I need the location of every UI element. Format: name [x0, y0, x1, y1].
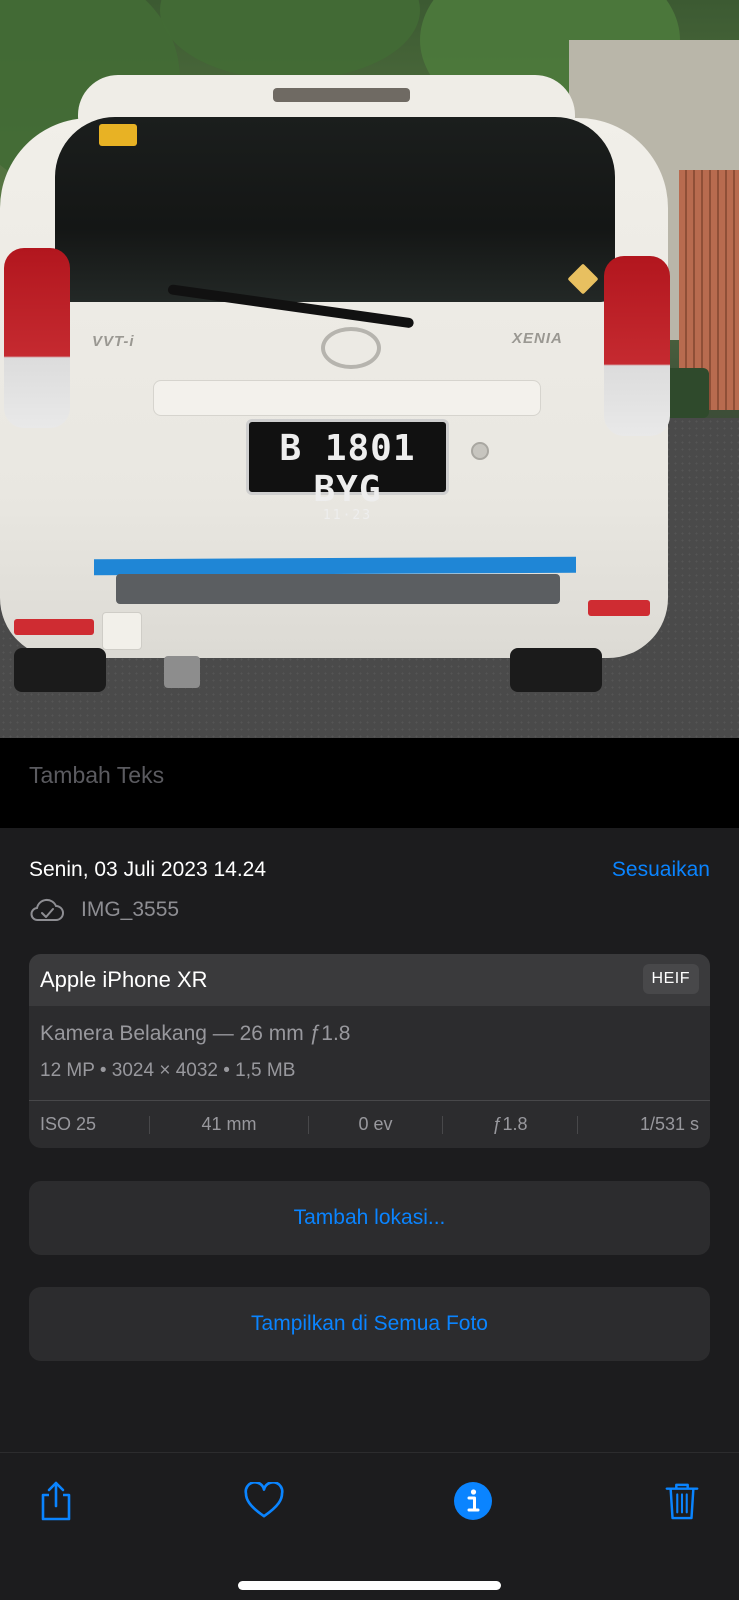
car-reflector-left [14, 619, 94, 635]
car-sticker [99, 124, 137, 146]
exif-iso: ISO 25 [40, 1114, 97, 1134]
car-logo [321, 327, 381, 369]
home-indicator[interactable] [238, 1581, 501, 1590]
exif-focal-length: 41 mm [201, 1114, 257, 1134]
tree-foliage [160, 0, 420, 80]
car-exhaust [164, 656, 200, 688]
caption-field[interactable]: Tambah Teks [0, 738, 739, 828]
cloud-check-icon [30, 898, 64, 921]
car-tow-cover [102, 612, 142, 650]
car-tire-right [510, 648, 602, 692]
device-name: Apple iPhone XR [40, 967, 208, 992]
format-badge: HEIF [642, 964, 699, 994]
info-panel: Senin, 03 Juli 2023 14.24 Sesuaikan IMG_… [0, 828, 739, 1452]
info-icon [454, 1482, 492, 1520]
trash-icon [665, 1483, 699, 1520]
blue-tape [94, 556, 576, 576]
caption-placeholder: Tambah Teks [29, 762, 165, 788]
car-rear-window [55, 117, 615, 302]
car-tail-light-right [604, 256, 670, 436]
car-tail-light-left [4, 248, 70, 428]
favorite-button[interactable] [240, 1477, 288, 1525]
heart-icon [244, 1482, 284, 1518]
exif-exposure-bias: 0 ev [358, 1114, 393, 1134]
lens-info: Kamera Belakang — 26 mm ƒ1.8 [40, 1022, 351, 1045]
delete-button[interactable] [658, 1477, 706, 1525]
car-reflector-right [588, 600, 650, 616]
bottom-toolbar [0, 1452, 739, 1600]
car-keyhole [471, 442, 489, 460]
share-icon [41, 1481, 71, 1521]
car-bumper [116, 574, 560, 604]
car-brake-light [273, 88, 410, 102]
exif-aperture: ƒ1.8 [492, 1114, 528, 1134]
info-button[interactable] [449, 1477, 497, 1525]
car-handle [153, 380, 541, 416]
file-row: IMG_3555 [29, 894, 179, 926]
car-badge-right: XENIA [512, 330, 563, 347]
image-specs: 12 MP • 3024 × 4032 • 1,5 MB [40, 1060, 296, 1081]
file-name: IMG_3555 [81, 898, 180, 921]
exif-shutter-speed: 1/531 s [639, 1114, 699, 1134]
add-location-button[interactable]: Tambah lokasi... [29, 1181, 710, 1255]
share-button[interactable] [32, 1477, 80, 1525]
license-plate: B 1801 BYG 11·23 [246, 419, 449, 523]
car-badge-left: VVT-i [92, 333, 135, 350]
exif-card: Apple iPhone XR HEIF Kamera Belakang — 2… [29, 954, 710, 1148]
photo-view[interactable]: VVT-i XENIA B 1801 BYG 11·23 [0, 0, 739, 738]
car-tire-left [14, 648, 106, 692]
show-in-all-photos-button[interactable]: Tampilkan di Semua Foto [29, 1287, 710, 1361]
photo-date: Senin, 03 Juli 2023 14.24 [29, 858, 267, 881]
exif-values-row: ISO 25 41 mm 0 ev ƒ1.8 1/531 s [29, 1101, 710, 1148]
plate-expiry: 11·23 [322, 508, 373, 523]
adjust-date-button[interactable]: Sesuaikan [612, 858, 710, 882]
exif-header: Apple iPhone XR HEIF [29, 954, 710, 1006]
plate-number: B 1801 BYG [279, 428, 416, 510]
